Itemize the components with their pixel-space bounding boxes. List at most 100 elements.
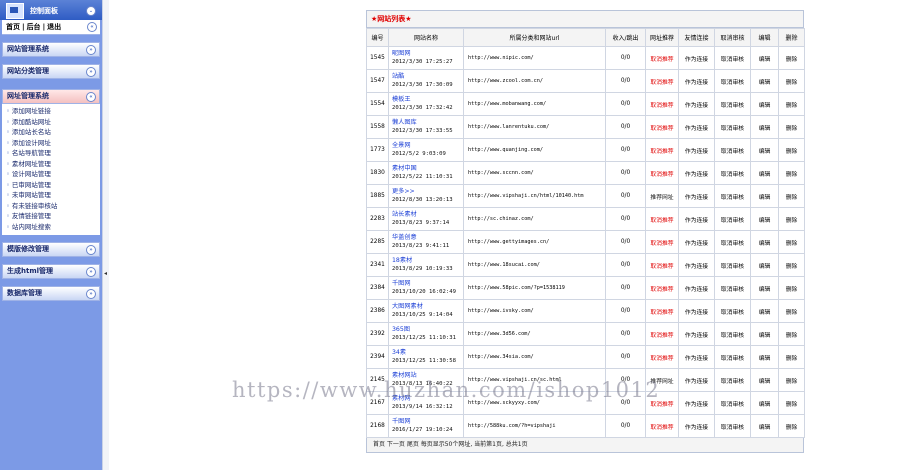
friend-link-action[interactable]: 作为连接 <box>678 46 715 70</box>
recommend-link[interactable]: 取消推荐 <box>645 345 679 369</box>
site-name-link[interactable]: 千图网 <box>392 280 463 288</box>
recommend-link[interactable]: 取消推荐 <box>645 207 679 231</box>
cancel-review-action[interactable]: 取消审核 <box>714 92 751 116</box>
submenu-item[interactable]: 添加设计网址 <box>2 138 100 149</box>
site-name-link[interactable]: 昵图网 <box>392 50 463 58</box>
cancel-review-action[interactable]: 取消审核 <box>714 414 751 438</box>
cancel-review-action[interactable]: 取消审核 <box>714 207 751 231</box>
delete-action[interactable]: 删除 <box>778 92 805 116</box>
cancel-review-action[interactable]: 取消审核 <box>714 253 751 277</box>
friend-link-action[interactable]: 作为连接 <box>678 161 715 185</box>
cancel-review-action[interactable]: 取消审核 <box>714 230 751 254</box>
cancel-review-action[interactable]: 取消审核 <box>714 276 751 300</box>
recommend-link[interactable]: 推荐网址 <box>645 184 679 208</box>
cancel-review-action[interactable]: 取消审核 <box>714 299 751 323</box>
cancel-review-action[interactable]: 取消审核 <box>714 345 751 369</box>
delete-action[interactable]: 删除 <box>778 184 805 208</box>
delete-action[interactable]: 删除 <box>778 46 805 70</box>
site-name-link[interactable]: 华盖创意 <box>392 234 463 242</box>
friend-link-action[interactable]: 作为连接 <box>678 414 715 438</box>
friend-link-action[interactable]: 作为连接 <box>678 138 715 162</box>
delete-action[interactable]: 删除 <box>778 161 805 185</box>
submenu-item[interactable]: 站内网址搜索 <box>2 222 100 233</box>
site-name-link[interactable]: 懒人图库 <box>392 119 463 127</box>
edit-action[interactable]: 编辑 <box>750 391 779 415</box>
delete-action[interactable]: 删除 <box>778 138 805 162</box>
submenu-item[interactable]: 添加站长名站 <box>2 127 100 138</box>
submenu-item[interactable]: 未审网站管理 <box>2 190 100 201</box>
collapse-icon[interactable]: « <box>87 22 97 32</box>
site-name-link[interactable]: 大图网素材 <box>392 303 463 311</box>
logout-link[interactable]: 退出 <box>47 23 61 31</box>
delete-action[interactable]: 删除 <box>778 253 805 277</box>
edit-action[interactable]: 编辑 <box>750 69 779 93</box>
recommend-link[interactable]: 取消推荐 <box>645 414 679 438</box>
submenu-item[interactable]: 已审网站管理 <box>2 180 100 191</box>
cancel-review-action[interactable]: 取消审核 <box>714 115 751 139</box>
recommend-link[interactable]: 取消推荐 <box>645 322 679 346</box>
edit-action[interactable]: 编辑 <box>750 184 779 208</box>
friend-link-action[interactable]: 作为连接 <box>678 184 715 208</box>
delete-action[interactable]: 删除 <box>778 391 805 415</box>
collapse-icon[interactable]: ⌄ <box>86 6 96 16</box>
delete-action[interactable]: 删除 <box>778 299 805 323</box>
edit-action[interactable]: 编辑 <box>750 46 779 70</box>
section-site-management[interactable]: 网站管理系统 » <box>2 42 100 57</box>
submenu-item[interactable]: 友情链接管理 <box>2 211 100 222</box>
friend-link-action[interactable]: 作为连接 <box>678 299 715 323</box>
site-name-link[interactable]: 站长素材 <box>392 211 463 219</box>
delete-action[interactable]: 删除 <box>778 345 805 369</box>
recommend-link[interactable]: 取消推荐 <box>645 230 679 254</box>
friend-link-action[interactable]: 作为连接 <box>678 69 715 93</box>
site-name-link[interactable]: 全景网 <box>392 142 463 150</box>
site-name-link[interactable]: 34素 <box>392 349 463 357</box>
delete-action[interactable]: 删除 <box>778 368 805 392</box>
cancel-review-action[interactable]: 取消审核 <box>714 138 751 162</box>
recommend-link[interactable]: 取消推荐 <box>645 253 679 277</box>
site-name-link[interactable]: 18素材 <box>392 257 463 265</box>
edit-action[interactable]: 编辑 <box>750 276 779 300</box>
edit-action[interactable]: 编辑 <box>750 322 779 346</box>
edit-action[interactable]: 编辑 <box>750 161 779 185</box>
cancel-review-action[interactable]: 取消审核 <box>714 184 751 208</box>
edit-action[interactable]: 编辑 <box>750 92 779 116</box>
site-name-link[interactable]: 模板王 <box>392 96 463 104</box>
sidebar-splitter[interactable]: ◂ <box>102 0 109 470</box>
section-html-generation[interactable]: 生成html管理 » <box>2 264 100 279</box>
recommend-link[interactable]: 取消推荐 <box>645 299 679 323</box>
delete-action[interactable]: 删除 <box>778 230 805 254</box>
admin-link[interactable]: 后台 <box>27 23 41 31</box>
friend-link-action[interactable]: 作为连接 <box>678 322 715 346</box>
cancel-review-action[interactable]: 取消审核 <box>714 391 751 415</box>
section-url-management[interactable]: 网址管理系统 « <box>2 89 100 104</box>
recommend-link[interactable]: 取消推荐 <box>645 69 679 93</box>
home-link[interactable]: 首页 <box>6 23 20 31</box>
cancel-review-action[interactable]: 取消审核 <box>714 161 751 185</box>
recommend-link[interactable]: 取消推荐 <box>645 115 679 139</box>
friend-link-action[interactable]: 作为连接 <box>678 230 715 254</box>
recommend-link[interactable]: 取消推荐 <box>645 92 679 116</box>
submenu-item[interactable]: 有未链接审核站 <box>2 201 100 212</box>
cancel-review-action[interactable]: 取消审核 <box>714 69 751 93</box>
section-database-management[interactable]: 数据库管理 » <box>2 286 100 301</box>
cancel-review-action[interactable]: 取消审核 <box>714 46 751 70</box>
friend-link-action[interactable]: 作为连接 <box>678 92 715 116</box>
cancel-review-action[interactable]: 取消审核 <box>714 322 751 346</box>
delete-action[interactable]: 删除 <box>778 276 805 300</box>
edit-action[interactable]: 编辑 <box>750 368 779 392</box>
delete-action[interactable]: 删除 <box>778 115 805 139</box>
section-category-management[interactable]: 网站分类管理 » <box>2 64 100 79</box>
friend-link-action[interactable]: 作为连接 <box>678 276 715 300</box>
edit-action[interactable]: 编辑 <box>750 138 779 162</box>
recommend-link[interactable]: 取消推荐 <box>645 161 679 185</box>
site-name-link[interactable]: 更多>> <box>392 188 463 196</box>
recommend-link[interactable]: 取消推荐 <box>645 276 679 300</box>
edit-action[interactable]: 编辑 <box>750 207 779 231</box>
edit-action[interactable]: 编辑 <box>750 299 779 323</box>
recommend-link[interactable]: 取消推荐 <box>645 46 679 70</box>
edit-action[interactable]: 编辑 <box>750 253 779 277</box>
edit-action[interactable]: 编辑 <box>750 230 779 254</box>
friend-link-action[interactable]: 作为连接 <box>678 253 715 277</box>
submenu-item[interactable]: 添加酷站网址 <box>2 117 100 128</box>
site-name-link[interactable]: 365图 <box>392 326 463 334</box>
